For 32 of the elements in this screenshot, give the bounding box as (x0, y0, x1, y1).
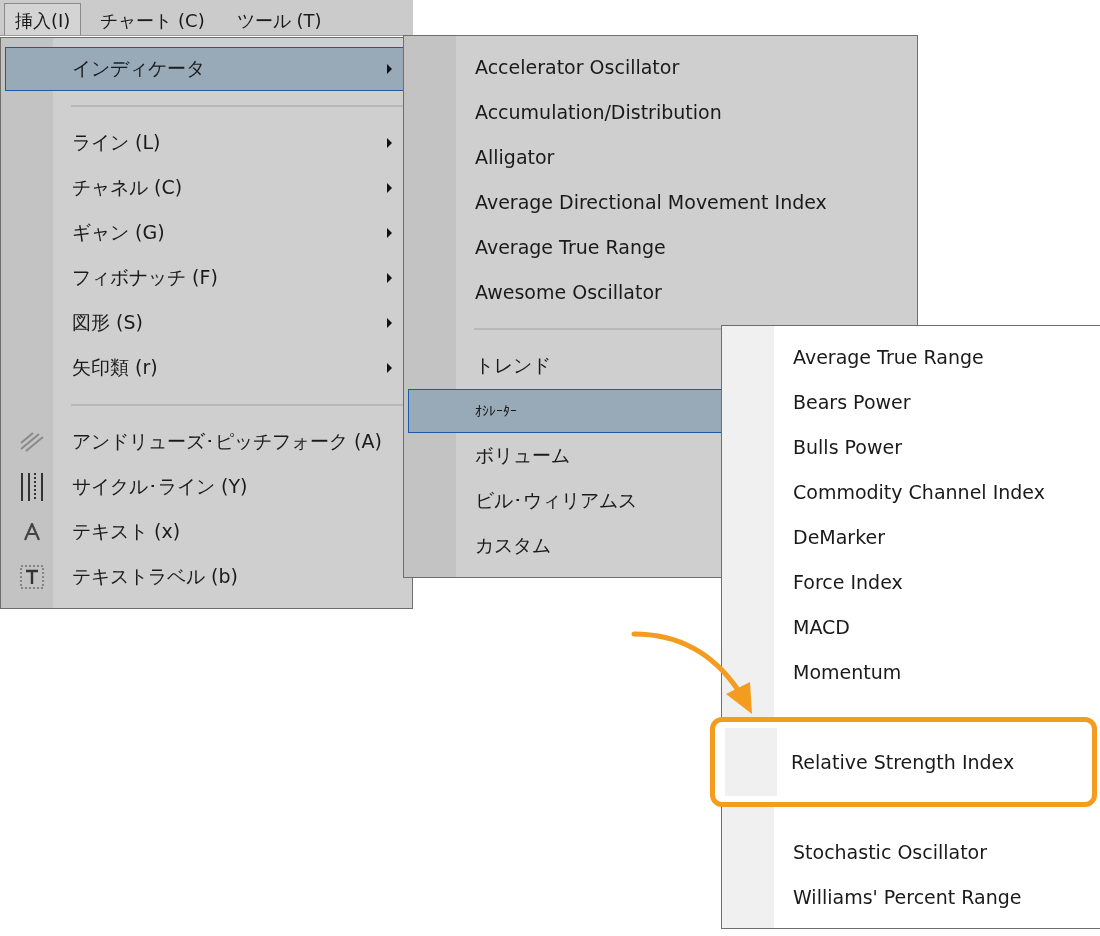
menu-item[interactable]: Stochastic Oscillator (726, 830, 1100, 874)
menu-item[interactable]: DeMarker (726, 515, 1100, 559)
menu-item[interactable]: ライン (L) (5, 121, 407, 165)
menu-item[interactable]: Awesome Oscillator (408, 270, 912, 314)
menu-item[interactable]: テキストラベル (b) (5, 555, 407, 599)
letter-a-icon (24, 523, 40, 541)
menu-bar-item[interactable]: ツール (T) (225, 3, 333, 35)
text-label-icon (20, 565, 44, 589)
menu-item[interactable]: Average Directional Movement Index (408, 180, 912, 224)
menu-item[interactable]: Average True Range (726, 335, 1100, 379)
menu-item[interactable]: Alligator (408, 135, 912, 179)
menu-item[interactable]: Accumulation/Distribution (408, 90, 912, 134)
menu-item[interactable]: ギャン (G) (5, 211, 407, 255)
menu-item[interactable]: Accelerator Oscillator (408, 45, 912, 89)
highlighted-menu-item[interactable]: Relative Strength Index (710, 717, 1097, 807)
menu-item[interactable]: Average True Range (408, 225, 912, 269)
menu-item[interactable]: チャネル (C) (5, 166, 407, 210)
diagonal-lines-icon (19, 431, 45, 453)
menu-item[interactable]: フィボナッチ (F) (5, 256, 407, 300)
menu-item[interactable]: MACD (726, 605, 1100, 649)
menu-item[interactable]: 矢印類 (r) (5, 346, 407, 390)
menu-bar-item[interactable]: チャート (C) (89, 3, 216, 35)
menu-item[interactable]: テキスト (x) (5, 510, 407, 554)
menu-item[interactable]: アンドリューズ･ピッチフォーク (A) (5, 420, 407, 464)
menu-item[interactable]: サイクル･ライン (Y) (5, 465, 407, 509)
menu-item[interactable]: 図形 (S) (5, 301, 407, 345)
menu-item[interactable]: Momentum (726, 650, 1100, 694)
menu-item[interactable]: Force Index (726, 560, 1100, 604)
vertical-lines-icon (19, 472, 45, 502)
menu-item[interactable]: Williams' Percent Range (726, 875, 1100, 919)
menu-bar-item[interactable]: 挿入(I) (4, 3, 82, 35)
menu-item[interactable]: Commodity Channel Index (726, 470, 1100, 514)
